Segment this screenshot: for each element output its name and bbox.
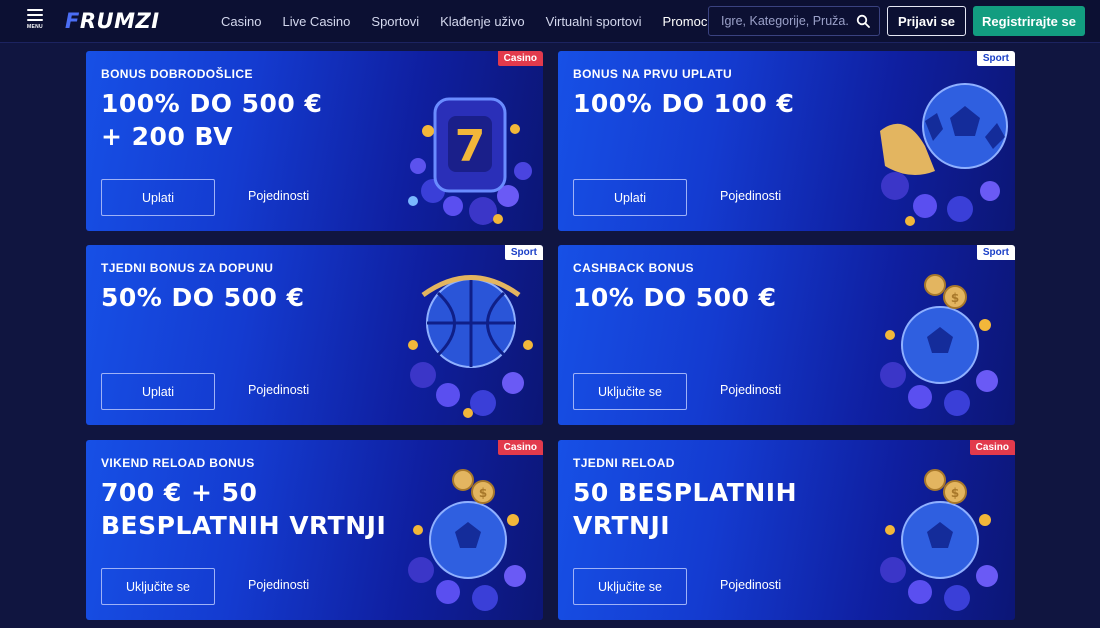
hamburger-icon-bar (27, 19, 43, 21)
svg-text:$: $ (951, 486, 959, 500)
register-button[interactable]: Registrirajte se (973, 6, 1085, 36)
search-box (708, 6, 880, 36)
promo-title: 700 € + 50 BESPLATNIH VRTNJI (101, 478, 387, 540)
promo-title: 50% DO 500 € (101, 283, 305, 312)
menu-label: MENU (27, 24, 43, 30)
promo-subtitle: BONUS NA PRVU UPLATU (573, 67, 733, 81)
details-link[interactable]: Pojedinosti (720, 189, 781, 203)
soccer-ball-boot-icon (880, 83, 1008, 226)
basketball-icon (408, 275, 533, 418)
svg-text:$: $ (479, 486, 487, 500)
join-button[interactable]: Uključite se (573, 373, 687, 410)
nav-sports[interactable]: Sportovi (371, 14, 419, 29)
soccer-ball-coins-icon: $ (880, 469, 998, 611)
logo-letter-f: F (65, 9, 80, 33)
sport-badge: Sport (504, 245, 543, 260)
promo-title: 100% DO 500 € + 200 BV (101, 89, 323, 151)
frumzi-logo[interactable]: FRUMZI (65, 9, 160, 33)
details-link[interactable]: Pojedinosti (720, 578, 781, 592)
promo-card-weekend-reload-bonus: Casino VIKEND RELOAD BONUS 700 € + 50 BE… (86, 440, 543, 620)
promo-subtitle: BONUS DOBRODOŠLICE (101, 67, 253, 81)
promo-card-welcome-bonus: Casino BONUS DOBRODOŠLICE 100% DO 500 € … (86, 51, 543, 231)
soccer-ball-coins-icon: $ (408, 469, 526, 611)
nav-live-casino[interactable]: Live Casino (282, 14, 350, 29)
promo-subtitle: VIKEND RELOAD BONUS (101, 456, 255, 470)
join-button[interactable]: Uključite se (101, 568, 215, 605)
promo-title: 100% DO 100 € (573, 89, 795, 118)
deposit-button[interactable]: Uplati (101, 373, 215, 410)
nav-casino[interactable]: Casino (221, 14, 261, 29)
main-nav: Casino Live Casino Sportovi Klađenje uži… (221, 0, 741, 43)
casino-badge: Casino (497, 440, 543, 455)
menu-button[interactable]: MENU (23, 9, 47, 35)
deposit-button[interactable]: Uplati (101, 179, 215, 216)
casino-badge: Casino (497, 51, 543, 66)
promo-title: 50 BESPLATNIH VRTNJI (573, 478, 797, 540)
promo-card-weekly-reload: Casino TJEDNI RELOAD 50 BESPLATNIH VRTNJ… (558, 440, 1015, 620)
hamburger-icon (27, 9, 43, 11)
casino-badge: Casino (969, 440, 1015, 455)
deposit-button[interactable]: Uplati (573, 179, 687, 216)
sport-badge: Sport (976, 245, 1015, 260)
slot-machine-icon: 7 (408, 97, 532, 225)
login-button[interactable]: Prijavi se (887, 6, 966, 36)
soccer-ball-coins-icon: $ (880, 274, 998, 416)
svg-text:7: 7 (455, 121, 486, 172)
search-icon[interactable] (856, 14, 870, 28)
promo-subtitle: CASHBACK BONUS (573, 261, 694, 275)
logo-text: RUMZI (79, 9, 160, 33)
join-button[interactable]: Uključite se (573, 568, 687, 605)
hamburger-icon-bar (27, 14, 43, 16)
top-navigation-bar: MENU FRUMZI Casino Live Casino Sportovi … (0, 0, 1100, 43)
details-link[interactable]: Pojedinosti (720, 383, 781, 397)
details-link[interactable]: Pojedinosti (248, 189, 309, 203)
promo-card-cashback-bonus: Sport CASHBACK BONUS 10% DO 500 € Uključ… (558, 245, 1015, 425)
nav-live-betting[interactable]: Klađenje uživo (440, 14, 525, 29)
promo-subtitle: TJEDNI BONUS ZA DOPUNU (101, 261, 274, 275)
details-link[interactable]: Pojedinosti (248, 578, 309, 592)
promo-card-first-deposit-bonus: Sport BONUS NA PRVU UPLATU 100% DO 100 €… (558, 51, 1015, 231)
search-input[interactable] (709, 14, 849, 28)
nav-virtual-sports[interactable]: Virtualni sportovi (546, 14, 642, 29)
promo-title: 10% DO 500 € (573, 283, 777, 312)
svg-text:$: $ (951, 291, 959, 305)
sport-badge: Sport (976, 51, 1015, 66)
promo-card-weekly-topup-bonus: Sport TJEDNI BONUS ZA DOPUNU 50% DO 500 … (86, 245, 543, 425)
promo-subtitle: TJEDNI RELOAD (573, 456, 675, 470)
details-link[interactable]: Pojedinosti (248, 383, 309, 397)
